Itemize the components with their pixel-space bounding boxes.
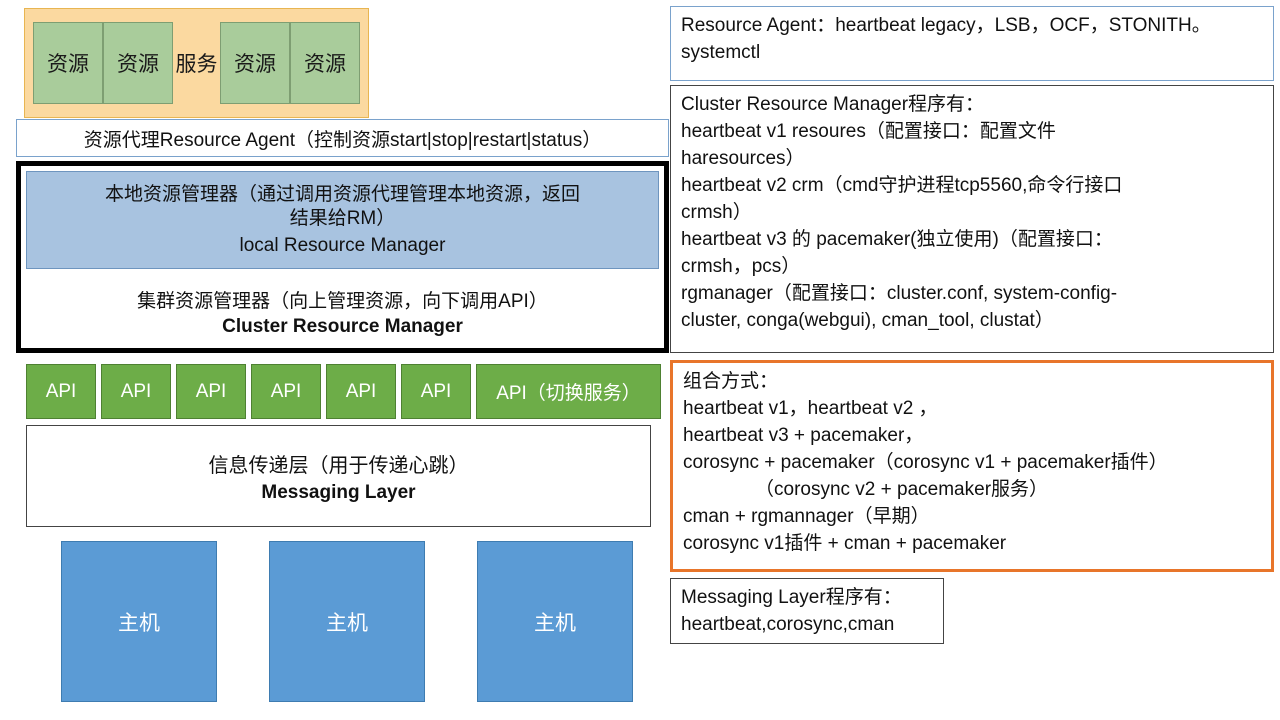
resource-box: 资源	[220, 22, 290, 104]
local-rm-cn-line2: 结果给RM）	[289, 208, 396, 229]
note-line: heartbeat,corosync,cman	[681, 613, 895, 635]
resource-agent-bar: 资源代理Resource Agent（控制资源start|stop|restar…	[16, 119, 669, 157]
resource-box: 资源	[290, 22, 360, 104]
note-line: 组合方式：	[683, 371, 779, 392]
resource-agent-bar-label: 资源代理Resource Agent（控制资源start|stop|restar…	[83, 129, 602, 151]
resource-box: 资源	[33, 22, 103, 104]
host-box: 主机	[477, 541, 633, 702]
local-rm-cn-text: 本地资源管理器（通过调用资源代理管理本地资源，返回 结果给RM）	[105, 183, 580, 231]
local-rm-en-text: local Resource Manager	[239, 234, 446, 256]
note-line: Cluster Resource Manager程序有：	[681, 94, 985, 115]
cluster-rm-en-text: Cluster Resource Manager	[222, 316, 463, 337]
resource-agent-note-panel: Resource Agent：heartbeat legacy，LSB，OCF，…	[670, 6, 1274, 81]
note-line: crmsh）	[681, 201, 752, 223]
note-line: heartbeat v2 crm（cmd守护进程tcp5560,命令行接口	[681, 174, 1123, 196]
messaging-layer-note-panel: Messaging Layer程序有： heartbeat,corosync,c…	[670, 578, 944, 644]
api-row: API API API API API API API（切换服务）	[26, 364, 670, 419]
cluster-rm-text: 集群资源管理器（向上管理资源，向下调用API） Cluster Resource…	[21, 274, 664, 350]
note-line: heartbeat v1，heartbeat v2 ，	[683, 397, 938, 419]
note-line: corosync v1插件 + cman + pacemaker	[683, 532, 1007, 554]
note-line: Messaging Layer程序有：	[681, 587, 902, 608]
api-box: API	[326, 364, 396, 419]
resource-box: 资源	[103, 22, 173, 104]
api-box: API	[401, 364, 471, 419]
host-box: 主机	[61, 541, 217, 702]
note-line: crmsh，pcs）	[681, 255, 801, 277]
note-line: haresources）	[681, 147, 805, 169]
resource-group-right: 资源 资源	[220, 22, 360, 104]
note-line: systemctl	[681, 41, 761, 63]
cluster-resource-manager-block: 本地资源管理器（通过调用资源代理管理本地资源，返回 结果给RM） local R…	[16, 161, 669, 353]
api-box: API	[101, 364, 171, 419]
note-line: （corosync v2 + pacemaker服务）	[755, 478, 1049, 500]
messaging-layer-cn-text: 信息传递层（用于传递心跳）	[208, 454, 469, 477]
api-box: API	[251, 364, 321, 419]
resource-group-left: 资源 资源	[33, 22, 173, 104]
local-rm-cn-line1: 本地资源管理器（通过调用资源代理管理本地资源，返回	[104, 184, 580, 206]
host-row: 主机 主机 主机	[61, 541, 633, 702]
note-line: heartbeat v1 resoures（配置接口：配置文件	[681, 120, 1056, 142]
cluster-resource-manager-note-panel: Cluster Resource Manager程序有： heartbeat v…	[670, 85, 1274, 353]
note-line: rgmanager（配置接口：cluster.conf, system-conf…	[681, 282, 1118, 304]
note-line: heartbeat v3 的 pacemaker(独立使用)（配置接口：	[681, 228, 1113, 250]
messaging-layer-en-text: Messaging Layer	[261, 481, 416, 503]
host-box: 主机	[269, 541, 425, 702]
note-line: cluster, conga(webgui), cman_tool, clust…	[681, 309, 1054, 331]
api-box: API	[176, 364, 246, 419]
note-line: corosync + pacemaker（corosync v1 + pacem…	[683, 451, 1168, 473]
note-line: heartbeat v3 + pacemaker，	[683, 424, 924, 446]
service-resource-group: 资源 资源 服务 资源 资源	[24, 8, 369, 118]
combination-methods-note-panel: 组合方式： heartbeat v1，heartbeat v2 ， heartb…	[670, 360, 1274, 572]
cluster-rm-cn-text: 集群资源管理器（向上管理资源，向下调用API）	[137, 291, 548, 312]
local-resource-manager-box: 本地资源管理器（通过调用资源代理管理本地资源，返回 结果给RM） local R…	[26, 171, 659, 269]
note-line: cman + rgmannager（早期）	[683, 505, 930, 527]
messaging-layer-box: 信息传递层（用于传递心跳） Messaging Layer	[26, 425, 651, 527]
api-box: API	[26, 364, 96, 419]
note-line: Resource Agent：heartbeat legacy，LSB，OCF，…	[681, 15, 1211, 36]
service-label: 服务	[175, 53, 218, 76]
diagram-canvas: 资源 资源 服务 资源 资源 资源代理Resource Agent（控制资源st…	[0, 0, 1280, 720]
api-box-switch-service: API（切换服务）	[476, 364, 661, 419]
